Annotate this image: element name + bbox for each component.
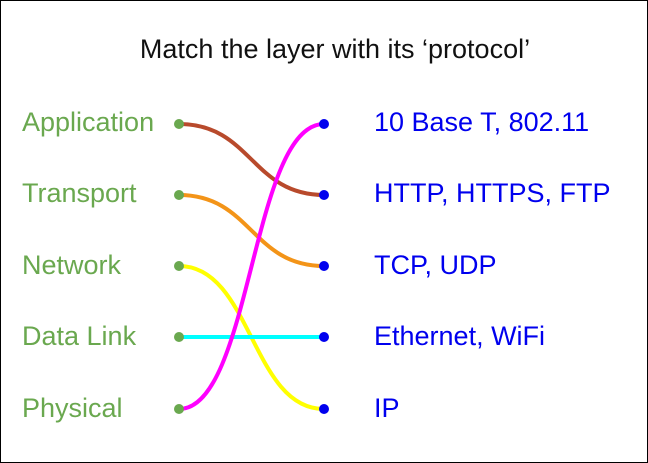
connector-layer [174,119,329,414]
protocol-dot-10-base-t-802-11 [319,119,329,129]
protocol-dot-ip [319,404,329,414]
diagram-frame: Match the layer with its ‘protocol’ Appl… [0,0,648,463]
layer-dot-application [174,119,184,129]
protocol-dot-http-https-ftp [319,190,329,200]
protocol-dot-ethernet-wifi [319,332,329,342]
layer-dot-data-link [174,332,184,342]
connector-transport [177,193,326,268]
layer-dot-physical [174,404,184,414]
protocol-dot-tcp-udp [319,261,329,271]
layer-dot-network [174,261,184,271]
connector-physical [177,122,326,411]
layer-dot-transport [174,190,184,200]
